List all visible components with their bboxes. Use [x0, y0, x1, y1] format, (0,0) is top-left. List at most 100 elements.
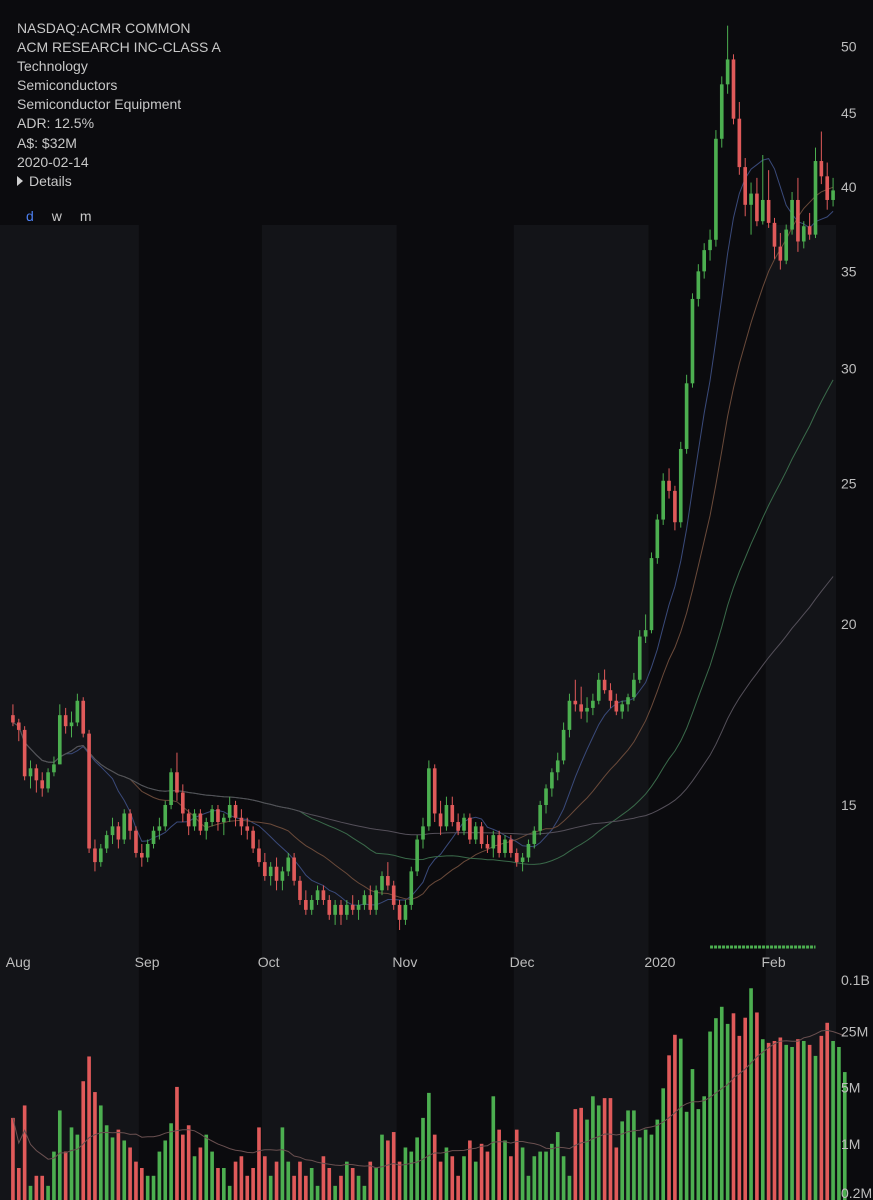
candle-body [274, 866, 279, 881]
candle-body [696, 271, 701, 299]
candle-body [16, 722, 21, 730]
candle-body [632, 679, 636, 698]
candle-body [468, 817, 472, 840]
volume-bar [673, 1034, 677, 1200]
volume-bar [743, 1017, 748, 1200]
volume-bar [503, 1140, 507, 1200]
candle-body [725, 59, 730, 85]
candle-body [749, 193, 753, 205]
candle-body [403, 904, 408, 920]
volume-bar [16, 1168, 21, 1200]
candle-body [596, 679, 601, 701]
candle-body [350, 904, 355, 910]
candle-body [690, 298, 695, 384]
price-tick-label: 40 [841, 179, 857, 195]
volume-bar [801, 1040, 806, 1200]
volume-bar [485, 1151, 490, 1200]
volume-bar [427, 1092, 431, 1200]
candle-body [263, 862, 267, 877]
details-toggle[interactable]: Details [17, 172, 221, 191]
candle-body [315, 890, 320, 901]
volume-bar [222, 1168, 226, 1200]
volume-bar [397, 1161, 402, 1200]
volume-bar [509, 1156, 513, 1200]
candle-body [233, 805, 238, 818]
volume-bar [134, 1161, 138, 1200]
timeframe-daily[interactable]: d [26, 208, 34, 224]
candle-body [304, 900, 308, 910]
price-tick-label: 25 [841, 475, 857, 491]
candle-body [755, 193, 759, 222]
volume-bar [362, 1185, 367, 1200]
candle-body [684, 383, 689, 449]
symbol-info-panel: NASDAQ:ACMR COMMON ACM RESEARCH INC-CLAS… [17, 19, 221, 191]
candle-body [790, 199, 794, 230]
volume-bar [268, 1175, 273, 1200]
volume-bar [210, 1151, 214, 1200]
candle-body [309, 900, 314, 910]
candle-body [40, 780, 45, 789]
volume-bar [46, 1185, 50, 1200]
volume-tick-label: 1M [841, 1136, 860, 1152]
volume-bar [227, 1185, 232, 1200]
volume-bar [766, 1042, 771, 1200]
volume-bar [128, 1147, 132, 1200]
volume-bar [561, 1156, 566, 1200]
volume-bar [819, 1035, 824, 1200]
candle-body [561, 729, 566, 761]
candle-body [280, 871, 285, 881]
candle-body [409, 871, 414, 905]
volume-bar [239, 1156, 244, 1200]
candle-body [210, 809, 214, 823]
volume-bar [339, 1175, 343, 1200]
price-tick-label: 45 [841, 105, 857, 121]
sector: Technology [17, 58, 88, 75]
volume-bar [637, 1137, 642, 1200]
volume-bar [280, 1127, 285, 1200]
volume-bar [350, 1168, 355, 1200]
volume-bar [374, 1168, 378, 1200]
candle-body [421, 826, 425, 840]
volume-bar [11, 1117, 15, 1200]
volume-bar [731, 1013, 736, 1200]
candle-body [204, 822, 209, 831]
details-label: Details [29, 172, 72, 189]
candle-body [397, 904, 402, 920]
volume-bar [151, 1175, 156, 1200]
timeframe-monthly[interactable]: m [80, 208, 92, 224]
date-axis-label: Nov [392, 954, 417, 970]
candle-body [673, 490, 677, 523]
candle-body [251, 830, 255, 849]
candle-body [772, 222, 777, 247]
volume-bar [192, 1156, 197, 1200]
candle-body [180, 792, 185, 814]
candle-body [87, 733, 91, 849]
candle-body [649, 558, 654, 631]
date-axis-label: Aug [6, 954, 31, 970]
volume-bar [438, 1161, 443, 1200]
volume-bar [57, 1110, 62, 1200]
expand-triangle-icon [17, 176, 23, 187]
date-axis-label: Oct [258, 954, 280, 970]
candle-body [796, 199, 800, 242]
adr-value: ADR: 12.5% [17, 115, 95, 132]
timeframe-weekly[interactable]: w [52, 208, 62, 224]
volume-bar [796, 1039, 800, 1200]
volume-bar [432, 1134, 437, 1200]
volume-bar [298, 1161, 302, 1200]
candle-body [11, 715, 15, 723]
volume-bar [368, 1161, 373, 1200]
volume-bar [274, 1161, 279, 1200]
volume-bar [690, 1069, 695, 1200]
candle-body [643, 630, 648, 637]
volume-bar [491, 1096, 496, 1200]
candle-body [157, 826, 162, 831]
volume-bar [40, 1175, 45, 1200]
volume-bar [655, 1119, 660, 1200]
price-tick-label: 30 [841, 360, 857, 376]
volume-bar [591, 1096, 595, 1200]
volume-bar [755, 1012, 759, 1200]
candle-body [216, 809, 220, 823]
candle-body [778, 246, 783, 261]
price-tick-label: 50 [841, 39, 857, 55]
